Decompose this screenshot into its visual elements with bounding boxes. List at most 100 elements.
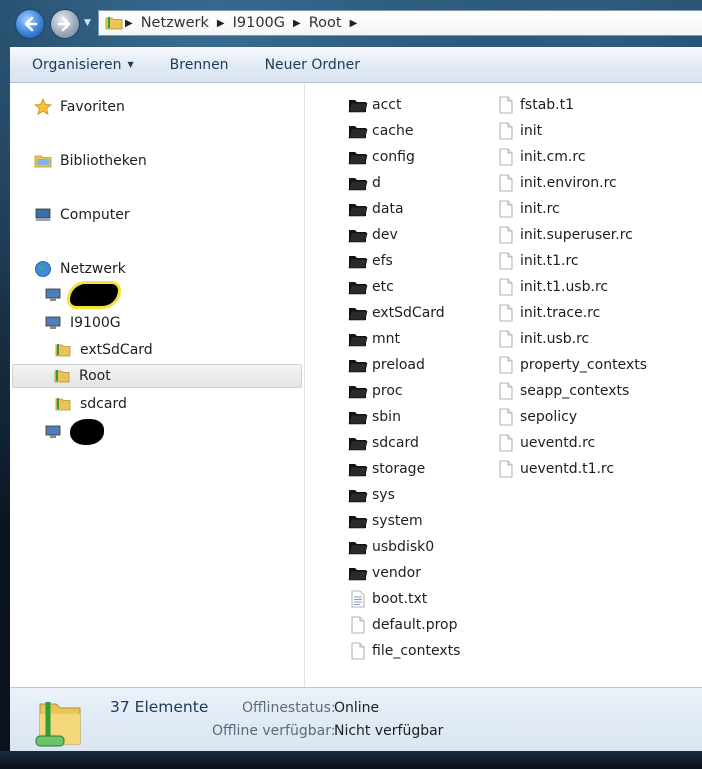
file-list-item[interactable]: system <box>348 508 423 534</box>
file-list-item[interactable]: storage <box>348 456 425 482</box>
organize-button[interactable]: Organisieren ▼ <box>10 57 152 73</box>
file-list-item[interactable]: mnt <box>348 326 400 352</box>
file-list-item[interactable]: init.rc <box>496 196 560 222</box>
folder-icon <box>348 282 368 295</box>
file-list-item[interactable]: init.trace.rc <box>496 300 600 326</box>
file-list-item[interactable]: seapp_contexts <box>496 378 629 404</box>
file-name: preload <box>372 357 425 373</box>
file-list-item[interactable]: sys <box>348 482 395 508</box>
explorer-content: Favoriten Bibliotheken Computer Netzwerk… <box>10 83 702 687</box>
file-name: sys <box>372 487 395 503</box>
forward-arrow-icon <box>57 16 71 32</box>
file-name: data <box>372 201 404 217</box>
nav-sdcard-label: sdcard <box>80 396 127 412</box>
file-icon <box>499 460 513 478</box>
navigation-pane: Favoriten Bibliotheken Computer Netzwerk… <box>10 83 305 687</box>
file-list-item[interactable]: init.cm.rc <box>496 144 586 170</box>
folder-icon <box>348 334 368 347</box>
file-name: init.superuser.rc <box>520 227 633 243</box>
file-name: sbin <box>372 409 401 425</box>
file-list-item[interactable]: property_contexts <box>496 352 647 378</box>
file-list-item[interactable]: config <box>348 144 415 170</box>
file-list-item[interactable]: sepolicy <box>496 404 577 430</box>
file-list-item[interactable]: cache <box>348 118 413 144</box>
file-list-item[interactable]: d <box>348 170 381 196</box>
nav-favorites[interactable]: Favoriten <box>34 95 125 119</box>
breadcrumb-separator[interactable]: ▶ <box>293 18 301 29</box>
file-list-item[interactable]: usbdisk0 <box>348 534 434 560</box>
file-list-item[interactable]: extSdCard <box>348 300 445 326</box>
file-list-item[interactable]: efs <box>348 248 393 274</box>
file-list-item[interactable]: sdcard <box>348 430 419 456</box>
file-list-item[interactable]: init <box>496 118 542 144</box>
library-icon <box>34 155 52 168</box>
new-folder-label: Neuer Ordner <box>264 56 360 73</box>
forward-button[interactable] <box>50 9 80 39</box>
nav-network[interactable]: Netzwerk <box>34 257 126 281</box>
back-button[interactable] <box>15 9 45 39</box>
folder-icon <box>348 152 368 165</box>
file-list-item[interactable]: ueventd.t1.rc <box>496 456 614 482</box>
nav-libraries[interactable]: Bibliotheken <box>34 149 147 173</box>
file-list-item[interactable]: etc <box>348 274 394 300</box>
nav-computer[interactable]: Computer <box>34 203 130 227</box>
file-name: init.cm.rc <box>520 149 586 165</box>
file-list-item[interactable]: data <box>348 196 404 222</box>
file-name: boot.txt <box>372 591 428 607</box>
file-list-item[interactable]: proc <box>348 378 403 404</box>
file-name: config <box>372 149 415 165</box>
file-list-item[interactable]: init.usb.rc <box>496 326 589 352</box>
file-list-item[interactable]: file_contexts <box>348 638 460 664</box>
burn-button[interactable]: Brennen <box>152 57 247 73</box>
file-list-item[interactable]: vendor <box>348 560 421 586</box>
file-icon <box>351 642 365 660</box>
network-globe-icon <box>35 261 51 277</box>
file-list-item[interactable]: fstab.t1 <box>496 92 574 118</box>
file-list-item[interactable]: boot.txt <box>348 586 427 612</box>
file-name: init.environ.rc <box>520 175 617 191</box>
file-list-item[interactable]: init.superuser.rc <box>496 222 633 248</box>
nav-share-extsdcard[interactable]: extSdCard <box>54 338 153 362</box>
breadcrumb-i9100g[interactable]: I9100G <box>233 15 285 31</box>
nav-computer-label: Computer <box>60 207 130 223</box>
folder-icon <box>348 438 368 451</box>
breadcrumb-netzwerk[interactable]: Netzwerk <box>141 15 209 31</box>
file-icon <box>499 122 513 140</box>
file-name: d <box>372 175 381 191</box>
nav-share-root[interactable]: Root <box>12 364 302 388</box>
file-list-item[interactable]: init.t1.usb.rc <box>496 274 608 300</box>
file-icon <box>499 226 513 244</box>
file-list-item[interactable]: preload <box>348 352 425 378</box>
offline-status-label: Offlinestatus: <box>242 700 336 716</box>
file-name: ueventd.rc <box>520 435 596 451</box>
file-name: cache <box>372 123 414 139</box>
file-list-item[interactable]: default.prop <box>348 612 458 638</box>
burn-label: Brennen <box>169 56 229 73</box>
nav-device-i9100g[interactable]: I9100G <box>44 311 121 335</box>
folder-icon <box>348 568 368 581</box>
file-list-item[interactable]: sbin <box>348 404 401 430</box>
text-file-icon <box>351 590 365 608</box>
shared-folder-icon <box>35 702 81 747</box>
file-name: init.t1.rc <box>520 253 579 269</box>
nav-network-computer-redacted[interactable] <box>44 419 104 445</box>
file-list-item[interactable]: dev <box>348 222 398 248</box>
file-list-item[interactable]: init.environ.rc <box>496 170 617 196</box>
breadcrumb-separator[interactable]: ▶ <box>350 18 358 29</box>
breadcrumb-separator[interactable]: ▶ <box>217 18 225 29</box>
address-bar[interactable]: ▶ Netzwerk ▶ I9100G ▶ Root ▶ <box>98 10 702 36</box>
breadcrumb-root[interactable]: Root <box>309 15 342 31</box>
file-name: extSdCard <box>372 305 445 321</box>
file-icon <box>499 278 513 296</box>
file-name: usbdisk0 <box>372 539 435 555</box>
folder-icon <box>348 100 368 113</box>
file-list: acct cache config d data dev efs etc extSdCard mn… <box>304 83 702 687</box>
nav-network-computer-redacted[interactable] <box>44 283 118 307</box>
recent-pages-dropdown[interactable]: ▼ <box>84 18 94 28</box>
file-list-item[interactable]: ueventd.rc <box>496 430 595 456</box>
new-folder-button[interactable]: Neuer Ordner <box>247 57 378 73</box>
breadcrumb-separator[interactable]: ▶ <box>125 18 133 29</box>
file-list-item[interactable]: init.t1.rc <box>496 248 579 274</box>
nav-share-sdcard[interactable]: sdcard <box>54 392 127 416</box>
file-list-item[interactable]: acct <box>348 92 401 118</box>
